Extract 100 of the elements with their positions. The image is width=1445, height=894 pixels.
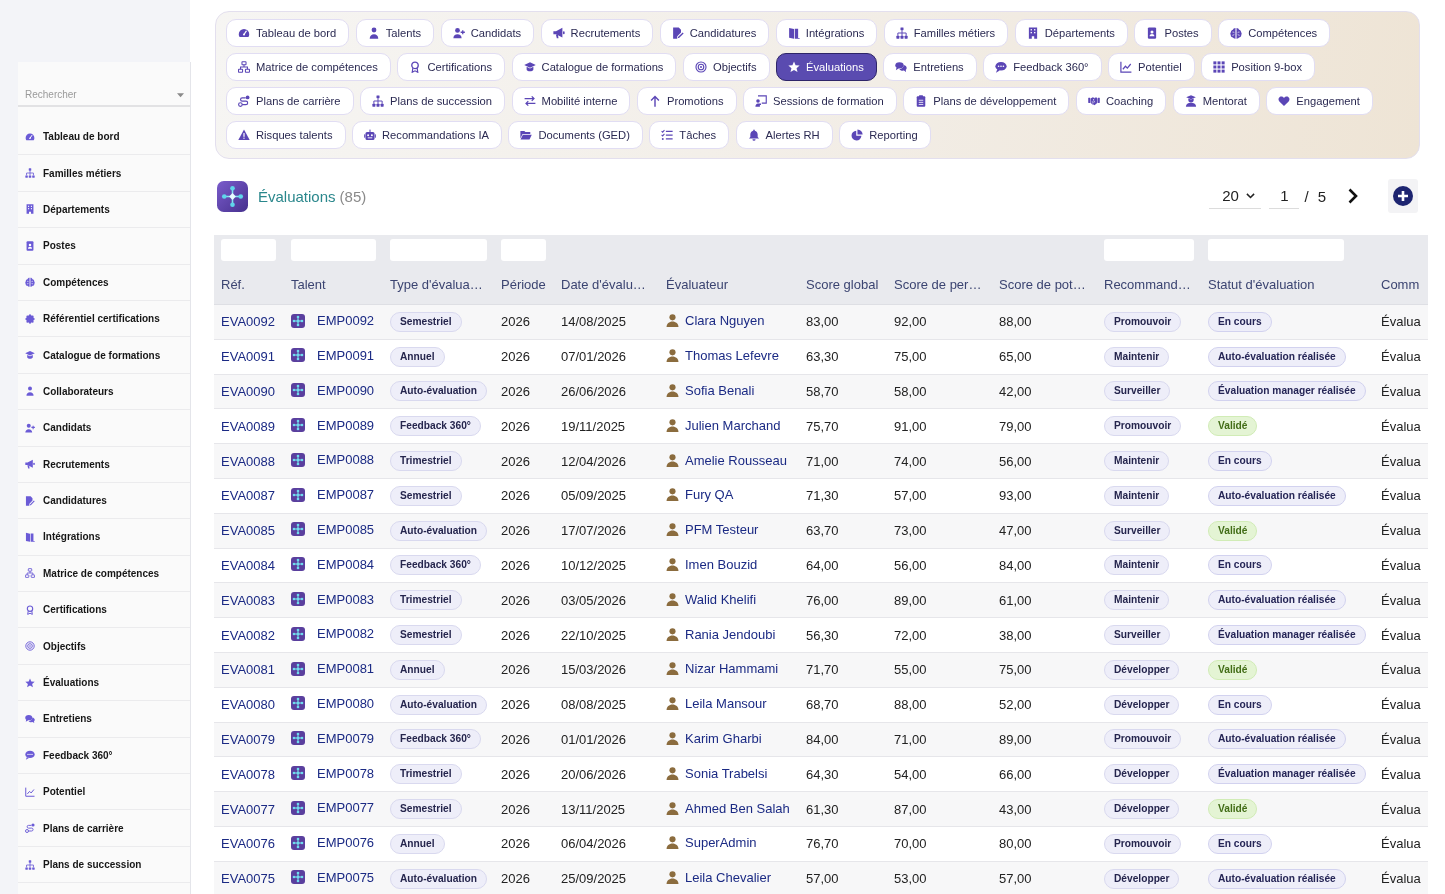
- sidebar-item[interactable]: Catalogue de formations: [18, 337, 190, 374]
- nav-tab[interactable]: Plans de développement: [903, 87, 1070, 115]
- nav-tab[interactable]: Évaluations: [776, 53, 877, 81]
- nav-tab[interactable]: Engagement: [1266, 87, 1373, 115]
- nav-tab[interactable]: Compétences: [1218, 19, 1331, 47]
- date-text: 14/08/2025: [561, 314, 627, 330]
- column-header[interactable]: Évaluateur: [666, 277, 729, 292]
- nav-tab[interactable]: Recommandations IA: [352, 121, 502, 149]
- talent-link[interactable]: EMP0091: [317, 347, 375, 363]
- nav-tab[interactable]: Mentorat: [1172, 87, 1260, 115]
- talent-link[interactable]: EMP0078: [317, 765, 375, 781]
- evaluator-link[interactable]: Imen Bouzid: [685, 556, 758, 572]
- score-text: 43,00: [999, 801, 1032, 817]
- nav-tab[interactable]: Feedback 360°: [983, 53, 1102, 81]
- reference-link[interactable]: EVA0089: [221, 418, 275, 434]
- talent-link[interactable]: EMP0082: [317, 626, 375, 642]
- talent-link[interactable]: EMP0080: [317, 695, 375, 711]
- evaluator-link[interactable]: Leila Mansour: [685, 696, 767, 712]
- column-header[interactable]: Talent: [291, 277, 326, 292]
- sidebar-item[interactable]: Intégrations: [18, 519, 190, 556]
- sidebar-item[interactable]: Matrice de compétences: [18, 555, 190, 593]
- sidebar-item[interactable]: Postes: [18, 228, 190, 265]
- sidebar-item[interactable]: Plans de carrière: [18, 810, 190, 847]
- nav-tab[interactable]: Potentiel: [1108, 53, 1195, 81]
- date-text: 01/01/2026: [561, 731, 627, 747]
- nav-tab[interactable]: Promotions: [636, 87, 737, 115]
- score-text: 58,70: [806, 384, 839, 399]
- nav-tab[interactable]: Intégrations: [775, 19, 878, 47]
- nav-tab[interactable]: Recrutements: [540, 19, 654, 47]
- sidebar-item[interactable]: Objectifs: [18, 628, 190, 665]
- talent-link[interactable]: EMP0076: [317, 835, 375, 851]
- sidebar-item[interactable]: Recrutements: [18, 446, 190, 483]
- nav-tab[interactable]: Familles métiers: [883, 19, 1009, 47]
- nav-tab[interactable]: Candidatures: [659, 19, 770, 47]
- nav-tab[interactable]: Risques talents: [226, 121, 346, 149]
- nav-tab[interactable]: Alertes RH: [735, 121, 833, 149]
- sidebar-item[interactable]: Tableau de bord: [18, 119, 190, 156]
- nav-tab[interactable]: Sessions de formation: [743, 87, 897, 115]
- type-tag: Auto-évaluation: [390, 520, 487, 541]
- score-text: 72,00: [894, 627, 927, 643]
- sidebar-item[interactable]: Entretiens: [18, 701, 190, 738]
- nav-tab[interactable]: Reporting: [839, 121, 931, 149]
- talent-link[interactable]: EMP0089: [317, 417, 375, 433]
- next-page-button[interactable]: [1348, 187, 1360, 205]
- nav-tab[interactable]: Certifications: [397, 53, 506, 81]
- sidebar-item[interactable]: Candidatures: [18, 482, 190, 520]
- network-icon: [291, 592, 305, 606]
- talent-link[interactable]: EMP0084: [317, 556, 375, 572]
- add-button[interactable]: [1388, 179, 1418, 213]
- nav-tab[interactable]: Entretiens: [883, 53, 977, 81]
- nav-tab[interactable]: Documents (GED): [508, 121, 643, 149]
- nav-tab[interactable]: Talents: [355, 19, 435, 47]
- sidebar-item[interactable]: Potentiel: [18, 774, 190, 811]
- reference-link[interactable]: EVA0091: [221, 349, 275, 365]
- nav-tab[interactable]: Tableau de bord: [226, 19, 350, 47]
- sidebar-item[interactable]: Plans de succession: [18, 846, 190, 884]
- reference-link[interactable]: EVA0080: [221, 697, 275, 713]
- warning-icon: [238, 129, 250, 141]
- evaluator-link[interactable]: Thomas Lefevre: [685, 348, 779, 364]
- recommendation-tag: Développer: [1104, 764, 1180, 785]
- evaluator-link[interactable]: Julien Marchand: [685, 417, 781, 433]
- evaluator-link[interactable]: Sonia Trabelsi: [685, 765, 768, 781]
- person-icon: [666, 314, 679, 328]
- nav-tab[interactable]: Postes: [1134, 19, 1212, 47]
- sidebar-item[interactable]: Familles métiers: [18, 155, 190, 192]
- reference-link[interactable]: EVA0078: [221, 766, 275, 782]
- evaluator-link[interactable]: Fury QA: [685, 487, 734, 503]
- date-text: 12/04/2026: [561, 453, 627, 469]
- sidebar-item[interactable]: Compétences: [18, 264, 190, 301]
- talent-link[interactable]: EMP0087: [317, 487, 375, 503]
- sidebar-item[interactable]: Départements: [18, 191, 190, 229]
- nav-tab[interactable]: Plans de succession: [360, 87, 506, 115]
- reference-link[interactable]: EVA0082: [221, 627, 275, 643]
- sidebar-item[interactable]: Collaborateurs: [18, 373, 190, 411]
- swap-arrows-icon: [523, 95, 536, 107]
- reference-link[interactable]: EVA0084: [221, 557, 275, 573]
- nav-tab[interactable]: Plans de carrière: [226, 87, 354, 115]
- nav-tab[interactable]: Position 9-box: [1201, 53, 1316, 81]
- award-icon: [409, 61, 422, 73]
- sidebar-item[interactable]: Certifications: [18, 592, 190, 629]
- nav-tab[interactable]: Tâches: [649, 121, 730, 149]
- evaluator-link[interactable]: Rania Jendoubi: [685, 626, 776, 642]
- reference-link[interactable]: EVA0076: [221, 836, 275, 852]
- nav-tab[interactable]: Matrice de compétences: [226, 53, 391, 81]
- sidebar-item[interactable]: Candidats: [18, 410, 190, 447]
- page-field[interactable]: 1: [1269, 183, 1300, 209]
- sidebar-item[interactable]: Référentiel certifications: [18, 300, 190, 338]
- sidebar-item[interactable]: Feedback 360°: [18, 737, 190, 775]
- reference-link[interactable]: EVA0087: [221, 488, 275, 504]
- column-header[interactable]: Réf.: [221, 277, 245, 292]
- nav-tab[interactable]: Objectifs: [682, 53, 770, 81]
- nav-tab[interactable]: Coaching: [1075, 87, 1167, 115]
- nav-tab[interactable]: Candidats: [440, 19, 535, 47]
- sidebar-item[interactable]: Évaluations: [18, 664, 190, 702]
- nav-tab[interactable]: Mobilité interne: [511, 87, 631, 115]
- page-size-select[interactable]: 20: [1209, 183, 1262, 209]
- search-field[interactable]: Rechercher: [18, 84, 190, 107]
- nav-tab[interactable]: Départements: [1014, 19, 1128, 47]
- nav-tab[interactable]: Catalogue de formations: [511, 53, 677, 81]
- evaluator-link[interactable]: SuperAdmin: [685, 835, 757, 851]
